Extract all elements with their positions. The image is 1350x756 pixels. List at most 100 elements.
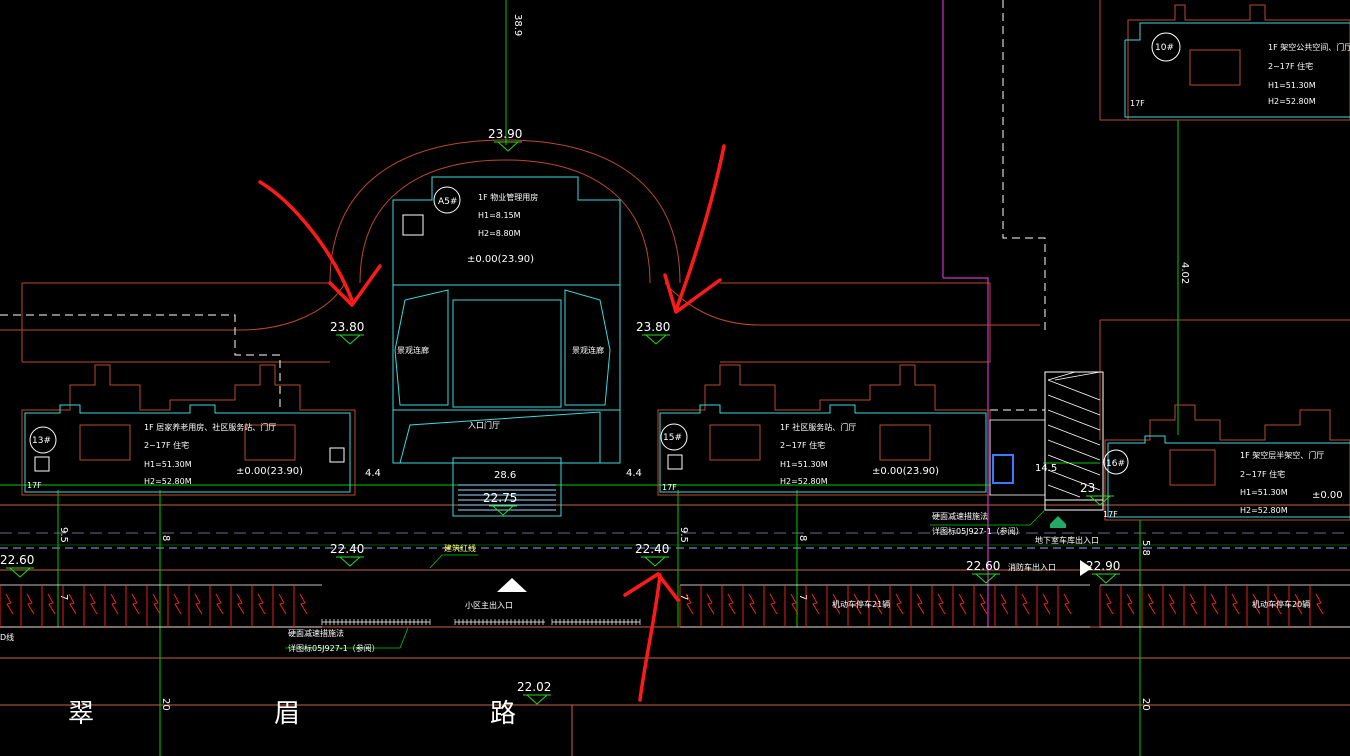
building-10-cyan bbox=[1124, 22, 1350, 118]
red-arrow-left bbox=[258, 180, 354, 302]
parking-stall bbox=[994, 585, 1009, 627]
elevation-label-ramp: 23 bbox=[1080, 481, 1095, 495]
elevation-label-far-left: 22.60 bbox=[0, 553, 34, 567]
dimension-labels: 9.5 8 9.5 8 5.8 4.02 7 7 7 20 20 14.5 bbox=[58, 262, 1190, 711]
building-10-h1: H1=51.30M bbox=[1268, 81, 1316, 90]
dim-14-5: 14.5 bbox=[1035, 463, 1057, 474]
parking-stall bbox=[973, 585, 988, 627]
parking-stall bbox=[104, 585, 119, 627]
road-name-char-2: 眉 bbox=[274, 699, 300, 729]
parking-stall bbox=[125, 585, 140, 627]
parking-stall bbox=[188, 585, 203, 627]
elevation-label-right-arc: 23.80 bbox=[636, 320, 670, 334]
building-15-level: ±0.00(23.90) bbox=[872, 466, 939, 477]
building-16-h2: H2=52.80M bbox=[1240, 506, 1288, 515]
parking-stall bbox=[1225, 585, 1240, 627]
parking-stall bbox=[146, 585, 161, 627]
pavilion-side-dim-right: 4.4 bbox=[626, 468, 642, 479]
road-lines bbox=[0, 0, 1350, 756]
fire-entry-label: 消防车出入口 bbox=[1008, 562, 1056, 572]
building-10-tag: 10# bbox=[1155, 43, 1174, 53]
building-15-line1: 1F 社区服务站、门厅 bbox=[780, 422, 856, 432]
parking-stall bbox=[230, 585, 245, 627]
elevation-label-stair: 22.75 bbox=[483, 491, 517, 505]
building-10-h2: H2=52.80M bbox=[1268, 97, 1316, 106]
parking-stall bbox=[805, 585, 820, 627]
parking-stall bbox=[1120, 585, 1135, 627]
building-10-floors: 17F bbox=[1130, 99, 1145, 108]
site-plan-drawing: 38.9 A5# 1F 物业管理用房 H1=8.15M H2=8.80M ±0.… bbox=[0, 0, 1350, 756]
dim-7-left: 7 bbox=[58, 594, 69, 600]
parking-strip-2 bbox=[1100, 584, 1350, 628]
parking-stall bbox=[952, 585, 967, 627]
pavilion-level: ±0.00(23.90) bbox=[467, 254, 534, 265]
pavilion-entrance: 入口门厅 bbox=[468, 420, 500, 430]
pavilion-right-label: 景观连廊 bbox=[572, 345, 604, 355]
dim-20-left: 20 bbox=[160, 698, 171, 711]
left-edge-label: D线 bbox=[0, 632, 14, 642]
parking-fence bbox=[0, 584, 1350, 628]
parking-stall bbox=[1204, 585, 1219, 627]
building-13-line2: 2~17F 住宅 bbox=[144, 440, 189, 450]
building-line-label: 建筑红线 bbox=[444, 543, 476, 553]
pavilion-left-label: 景观连廊 bbox=[397, 345, 429, 355]
pavilion-desc: 1F 物业管理用房 bbox=[478, 192, 538, 202]
road-name-char-1: 翠 bbox=[68, 699, 94, 729]
detail-note-1: 硬面减速措施法 bbox=[288, 628, 344, 638]
building-13-h1: H1=51.30M bbox=[144, 460, 192, 469]
building-16-line2: 2~17F 住宅 bbox=[1240, 469, 1285, 479]
building-10-line2: 2~17F 住宅 bbox=[1268, 61, 1313, 71]
building-16-line1: 1F 架空层半架空、门厅 bbox=[1240, 450, 1324, 460]
parking-stall bbox=[1183, 585, 1198, 627]
parking-stall bbox=[742, 585, 757, 627]
garage-entry-label: 地下室车库出入口 bbox=[1035, 535, 1099, 545]
dim-9-5-mid: 9.5 bbox=[678, 527, 689, 543]
parking-stall bbox=[1036, 585, 1051, 627]
building-13-tag: 13# bbox=[32, 436, 51, 446]
building-15-tags bbox=[660, 423, 688, 470]
parking-stall bbox=[700, 585, 715, 627]
parking-strip-0 bbox=[0, 584, 322, 628]
building-16-level: ±0.00 bbox=[1312, 490, 1343, 501]
elevation-label-left-arc: 23.80 bbox=[330, 320, 364, 334]
building-15-floors: 17F bbox=[662, 483, 677, 492]
dim-4-02: 4.02 bbox=[1179, 262, 1190, 284]
building-15-tag: 15# bbox=[663, 433, 682, 443]
elevation-label-right-road: 22.60 bbox=[966, 559, 1000, 573]
gate-1 bbox=[454, 619, 545, 625]
pavilion-width-dim: 28.6 bbox=[494, 470, 516, 481]
detail-note-2b: 详图标05J927-1（参阅） bbox=[932, 526, 1024, 536]
elevation-triangle-left-arc bbox=[336, 334, 364, 345]
detail-note-2: 硬面减速措施法 bbox=[932, 511, 988, 521]
pavilion-side-dim-left: 4.4 bbox=[365, 468, 381, 479]
parking-stall bbox=[272, 585, 287, 627]
building-16-outline bbox=[1104, 404, 1350, 521]
parking-stall bbox=[763, 585, 778, 627]
grid-lines bbox=[0, 0, 1350, 756]
red-arrow-right bbox=[674, 144, 726, 312]
parking-stall bbox=[679, 585, 694, 627]
elevation-label-road: 22.02 bbox=[517, 680, 551, 694]
elevation-triangle-top-arc bbox=[494, 141, 522, 152]
gate-0 bbox=[321, 619, 431, 625]
parking-stall bbox=[721, 585, 736, 627]
parking-2-label: 机动车停车20辆 bbox=[1252, 599, 1310, 609]
elevation-label-right-road-2: 22.90 bbox=[1086, 559, 1120, 573]
building-10-outline bbox=[1127, 4, 1350, 121]
gate-2 bbox=[551, 619, 641, 625]
dim-8-left: 8 bbox=[160, 535, 171, 541]
elevation-label-top-arc: 23.90 bbox=[488, 127, 522, 141]
pavilion-h2: H2=8.80M bbox=[478, 229, 521, 238]
road-name-char-3: 路 bbox=[490, 699, 516, 729]
grid-top-label: 38.9 bbox=[512, 14, 523, 36]
building-15-h1: H1=51.30M bbox=[780, 460, 828, 469]
parking-stall bbox=[83, 585, 98, 627]
site-boundary bbox=[0, 0, 1350, 549]
dim-5-8: 5.8 bbox=[1140, 540, 1151, 556]
red-arrow-bottom bbox=[638, 573, 662, 702]
elevation-triangle-right-arc bbox=[642, 334, 670, 345]
parking-stall bbox=[1141, 585, 1156, 627]
parking-stall bbox=[889, 585, 904, 627]
elevation-label-setback-mid: 22.40 bbox=[635, 542, 669, 556]
elevation-triangle-setback-mid bbox=[641, 556, 669, 567]
